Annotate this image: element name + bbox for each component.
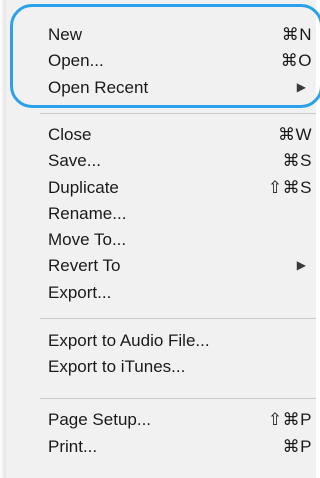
shortcut-close: ⌘W [277, 125, 312, 144]
menu-item-export-itunes[interactable]: Export to iTunes... [48, 355, 316, 378]
menu-item-label: Export to Audio File... [48, 331, 210, 350]
shortcut-page-setup: ⇧⌘P [267, 410, 312, 429]
menu-separator [40, 398, 316, 399]
menu-item-label: Export to iTunes... [48, 357, 186, 376]
menu-separator [40, 318, 316, 319]
menu-item-label: Duplicate [48, 178, 119, 197]
menu-item-rename[interactable]: Rename... [48, 202, 316, 225]
menu-separator [40, 113, 316, 114]
menu-item-export[interactable]: Export... [48, 281, 316, 304]
menu-item-label: Export... [48, 283, 112, 302]
menu-item-export-audio-file[interactable]: Export to Audio File... [48, 329, 316, 352]
menu-item-label: Move To... [48, 230, 127, 249]
menu-item-label: Page Setup... [48, 410, 152, 429]
menu-item-label: Revert To [48, 256, 121, 275]
menu-item-label: Save... [48, 151, 101, 170]
highlight-ring [10, 4, 320, 108]
menu-item-revert-to[interactable]: Revert To ▶ [48, 254, 316, 277]
menu-item-label: Rename... [48, 204, 127, 223]
shortcut-print: ⌘P [282, 437, 312, 456]
shortcut-save: ⌘S [282, 151, 312, 170]
file-menu: New ⌘N Open... ⌘O Open Recent ▶ Close ⌘W… [0, 0, 320, 478]
submenu-arrow-icon: ▶ [296, 258, 306, 272]
menu-item-duplicate[interactable]: Duplicate ⇧⌘S [48, 176, 316, 199]
menu-item-move-to[interactable]: Move To... [48, 228, 316, 251]
menu-item-page-setup[interactable]: Page Setup... ⇧⌘P [48, 408, 316, 431]
menu-item-save[interactable]: Save... ⌘S [48, 149, 316, 172]
shortcut-duplicate: ⇧⌘S [267, 178, 312, 197]
menu-item-print[interactable]: Print... ⌘P [48, 435, 316, 458]
menu-item-close[interactable]: Close ⌘W [48, 123, 316, 146]
menu-item-label: Close [48, 125, 92, 144]
menu-left-edge [0, 0, 6, 478]
menu-item-label: Print... [48, 437, 98, 456]
